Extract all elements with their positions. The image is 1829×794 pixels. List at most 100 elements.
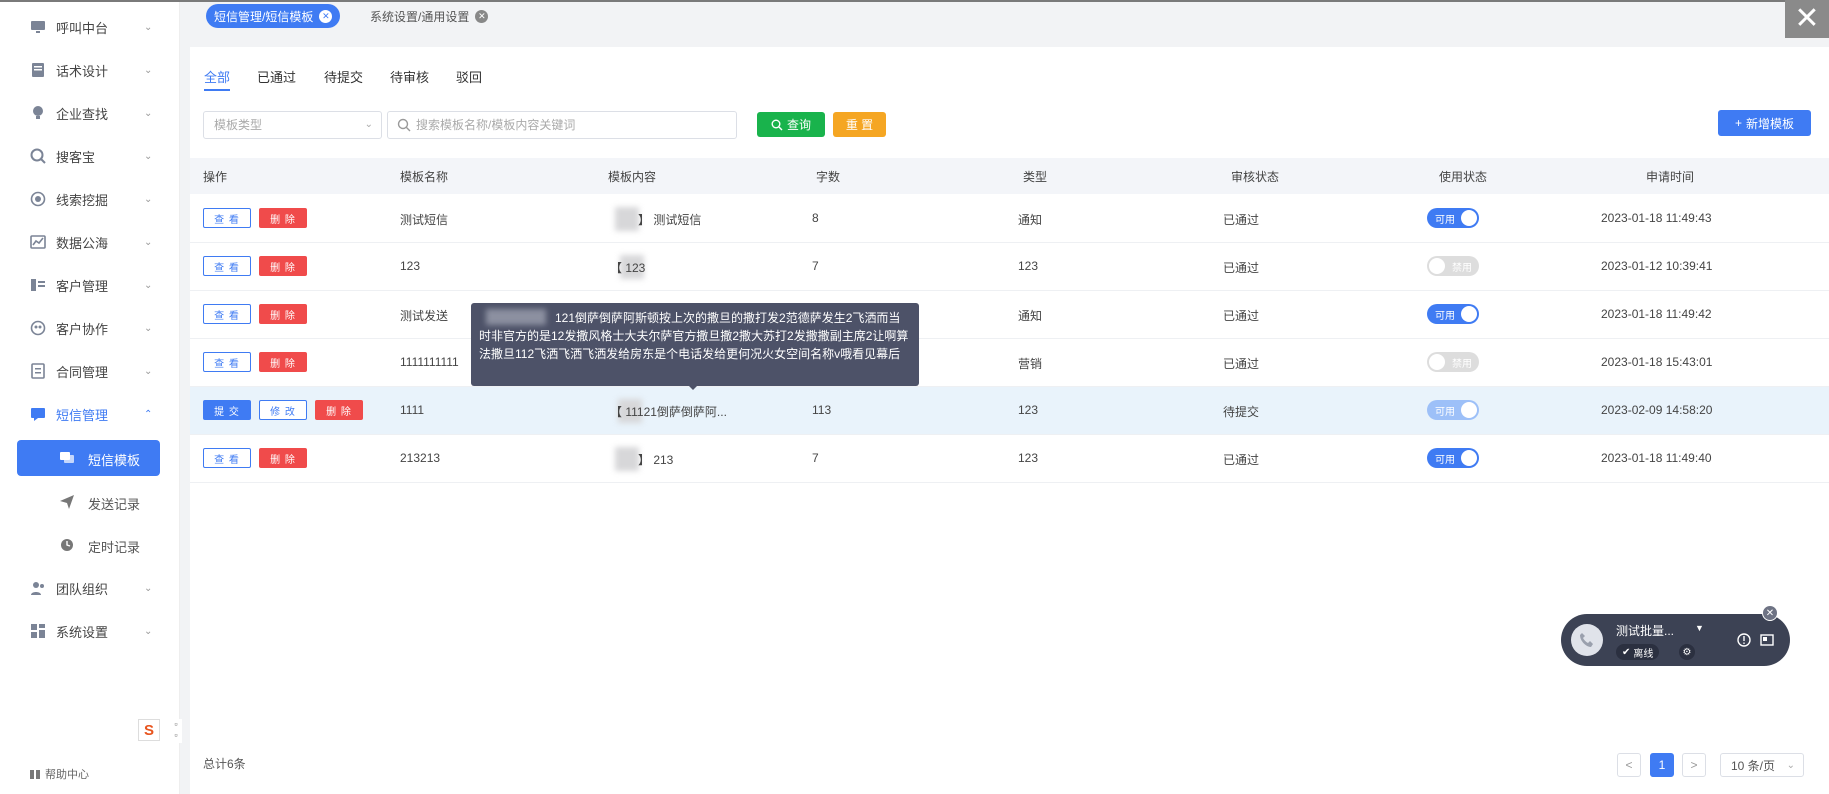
chevron-down-icon: ⌄ (144, 365, 153, 377)
tab-general-settings[interactable]: 系统设置/通用设置 ✕ (362, 4, 496, 28)
window-close-icon[interactable]: ✕ (1785, 0, 1829, 38)
close-icon[interactable]: ✕ (475, 9, 489, 23)
template-type-select[interactable]: 模板类型 ⌄ (203, 111, 382, 139)
toggle-label: 可用 (1435, 214, 1455, 226)
filter-tab-all[interactable]: 全部 (204, 67, 230, 86)
filter-tab-approved[interactable]: 已通过 (257, 67, 296, 86)
sidebar-item-call-center[interactable]: 呼叫中台 ⌄ (0, 12, 180, 42)
delete-button[interactable]: 删 除 (315, 400, 363, 420)
view-button[interactable]: 查 看 (203, 208, 251, 228)
close-icon[interactable]: ✕ (319, 9, 333, 23)
settings-icon (31, 624, 45, 638)
column-header: 申请时间 (1646, 170, 1695, 184)
sidebar-item-customer-cooperation[interactable]: 客户协作 ⌄ (0, 313, 180, 343)
usage-toggle[interactable]: 禁用 (1427, 352, 1479, 372)
column-header: 模板名称 (400, 170, 449, 184)
view-button[interactable]: 查 看 (203, 256, 251, 276)
chevron-down-icon: ⌄ (364, 119, 373, 130)
sidebar-subitem-sms-template[interactable]: 短信模板 (17, 440, 160, 476)
help-center-label: 帮助中心 (45, 769, 89, 781)
sidebar-item-enterprise-search[interactable]: 企业查找 ⌄ (0, 98, 180, 128)
template-type: 123 (1018, 259, 1039, 273)
sidebar-item-customer-management[interactable]: 客户管理 ⌄ (0, 270, 180, 300)
send-icon (60, 495, 74, 509)
prev-page-button[interactable]: < (1617, 753, 1641, 777)
toggle-knob (1461, 306, 1477, 322)
window-icon[interactable] (1760, 633, 1774, 647)
sidebar-item-team[interactable]: 团队组织 ⌄ (0, 573, 180, 603)
sidebar-subitem-send-records[interactable]: 发送记录 (0, 484, 180, 520)
ime-toolbar-icon[interactable]: ▫ ▫ (170, 719, 182, 743)
template-content[interactable]: 【 11121倒萨倒萨阿... (610, 403, 727, 420)
phone-icon[interactable] (1571, 624, 1603, 656)
delete-button[interactable]: 删 除 (259, 256, 307, 276)
close-icon[interactable]: ✕ (1762, 605, 1778, 621)
chevron-down-icon: ⌄ (144, 193, 153, 205)
toggle-label: 可用 (1435, 406, 1455, 418)
apply-time: 2023-01-18 11:49:43 (1601, 211, 1712, 225)
gear-icon[interactable]: ⚙ (1679, 644, 1695, 660)
usage-toggle[interactable]: 禁用 (1427, 256, 1479, 276)
info-icon[interactable] (1737, 633, 1751, 647)
page-size-select[interactable]: 10 条/页 ⌄ (1720, 753, 1804, 777)
sidebar-item-label: 数据公海 (56, 235, 109, 251)
sidebar-item-sms-management[interactable]: 短信管理 ⌃ (0, 399, 180, 429)
message-icon (31, 408, 45, 421)
help-center-link[interactable]: 帮助中心 (30, 766, 89, 782)
delete-button[interactable]: 删 除 (259, 448, 307, 468)
sidebar-item-lead-mining[interactable]: 线索挖掘 ⌄ (0, 184, 180, 214)
column-header: 类型 (1023, 170, 1048, 184)
table-row: 查 看 删 除 测试短信 】 测试短信 8 通知 已通过 可用 2023-01-… (190, 195, 1829, 243)
column-header: 模板内容 (608, 170, 657, 184)
chevron-down-icon: ⌄ (144, 236, 153, 248)
sidebar-subitem-scheduled-records[interactable]: 定时记录 (0, 527, 180, 563)
apply-time: 2023-01-18 15:43:01 (1601, 355, 1713, 369)
template-name: 1111 (400, 403, 425, 417)
sidebar-subitem-label: 发送记录 (88, 497, 141, 512)
char-count: 7 (812, 451, 819, 465)
filter-tab-pending-submit[interactable]: 待提交 (324, 67, 363, 86)
page-size-label: 10 条/页 (1731, 758, 1776, 773)
sidebar-item-label: 呼叫中台 (56, 20, 109, 36)
sidebar-item-system-settings[interactable]: 系统设置 ⌄ (0, 616, 180, 646)
phone-status-label: 离线 (1633, 648, 1654, 660)
template-content: 【 123 (610, 261, 646, 275)
caret-down-icon[interactable]: ▼ (1695, 623, 1704, 633)
toggle-knob (1429, 354, 1445, 370)
delete-button[interactable]: 删 除 (259, 352, 307, 372)
sidebar-item-data-pool[interactable]: 数据公海 ⌄ (0, 227, 180, 257)
search-icon (771, 119, 783, 130)
ime-logo-icon[interactable]: S (138, 719, 160, 741)
delete-button[interactable]: 删 除 (259, 208, 307, 228)
view-button[interactable]: 查 看 (203, 448, 251, 468)
filter-tab-pending-review[interactable]: 待审核 (390, 67, 429, 86)
softphone-widget[interactable]: 测试批量... ▼ ✔ 离线 ⚙ (1561, 614, 1790, 666)
table-row: 查 看 删 除 1111111111 营销 已通过 禁用 2023-01-18 … (190, 339, 1829, 387)
add-template-button[interactable]: + 新增模板 (1718, 110, 1811, 136)
tab-label: 系统设置/通用设置 (370, 9, 470, 24)
submit-button[interactable]: 提 交 (203, 400, 251, 420)
usage-toggle[interactable]: 可用 (1427, 448, 1479, 468)
usage-toggle[interactable]: 可用 (1427, 208, 1479, 228)
sidebar-item-soukebao[interactable]: 搜客宝 ⌄ (0, 141, 180, 171)
template-name: 213213 (400, 451, 441, 465)
phone-status-badge[interactable]: ✔ 离线 (1616, 644, 1660, 660)
view-button[interactable]: 查 看 (203, 352, 251, 372)
next-page-button[interactable]: > (1682, 753, 1706, 777)
view-button[interactable]: 查 看 (203, 304, 251, 324)
reset-button[interactable]: 重 置 (833, 112, 886, 137)
table-row: 提 交 修 改 删 除 1111 【 11121倒萨倒萨阿... 113 123… (190, 387, 1829, 435)
search-circle-icon (30, 148, 46, 164)
delete-button[interactable]: 删 除 (259, 304, 307, 324)
page-number[interactable]: 1 (1650, 753, 1674, 777)
usage-toggle[interactable]: 可用 (1427, 304, 1479, 324)
search-field[interactable] (387, 111, 737, 139)
sidebar-item-script-design[interactable]: 话术设计 ⌄ (0, 55, 180, 85)
edit-button[interactable]: 修 改 (259, 400, 307, 420)
tab-sms-template[interactable]: 短信管理/短信模板 ✕ (206, 4, 341, 28)
search-input[interactable] (416, 112, 726, 138)
sidebar-item-contract-management[interactable]: 合同管理 ⌄ (0, 356, 180, 386)
contract-icon (31, 363, 45, 379)
filter-tab-rejected[interactable]: 驳回 (456, 67, 482, 86)
query-button[interactable]: 查询 (757, 112, 825, 137)
